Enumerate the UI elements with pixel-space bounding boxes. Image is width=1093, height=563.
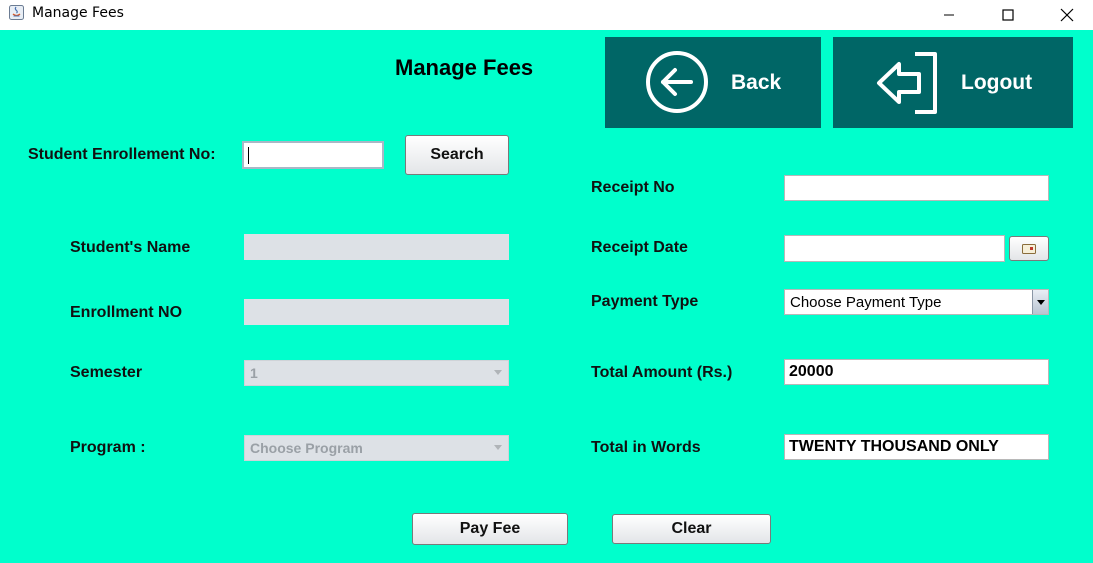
back-button-label: Back (731, 70, 782, 94)
maximize-icon (1002, 9, 1014, 21)
total-in-words-field[interactable]: TWENTY THOUSAND ONLY (784, 434, 1049, 460)
maximize-button[interactable] (985, 0, 1031, 30)
java-app-icon (9, 5, 24, 20)
window-titlebar: Manage Fees (0, 0, 1093, 30)
program-select[interactable]: Choose Program (244, 435, 509, 461)
window-title: Manage Fees (32, 5, 124, 21)
calendar-icon (1022, 243, 1036, 254)
semester-select[interactable]: 1 (244, 360, 509, 386)
total-in-words-label: Total in Words (591, 439, 701, 456)
back-arrow-icon (646, 51, 708, 113)
close-icon (1060, 8, 1074, 22)
text-caret (248, 147, 249, 164)
receipt-no-label: Receipt No (591, 179, 675, 196)
payment-type-select[interactable]: Choose Payment Type (784, 289, 1049, 315)
enrollment-no-label: Enrollment NO (70, 304, 183, 321)
student-name-label: Student's Name (70, 239, 191, 256)
chevron-down-icon (494, 445, 502, 450)
close-button[interactable] (1044, 0, 1090, 30)
clear-button[interactable]: Clear (612, 514, 771, 544)
logout-icon (877, 52, 937, 114)
chevron-down-icon (494, 370, 502, 375)
student-name-field[interactable] (244, 234, 509, 260)
search-button[interactable]: Search (405, 135, 509, 175)
receipt-date-label: Receipt Date (591, 239, 688, 256)
total-amount-field[interactable]: 20000 (784, 359, 1049, 385)
semester-label: Semester (70, 364, 143, 381)
program-value: Choose Program (250, 440, 363, 456)
logout-button[interactable]: Logout (833, 37, 1073, 128)
payment-type-value: Choose Payment Type (790, 294, 942, 311)
date-picker-button[interactable] (1009, 236, 1049, 261)
total-amount-label: Total Amount (Rs.) (591, 364, 733, 381)
logout-button-label: Logout (961, 70, 1033, 94)
semester-value: 1 (250, 365, 258, 381)
minimize-icon (944, 14, 954, 16)
back-button[interactable]: Back (605, 37, 821, 128)
enrollment-no-field[interactable] (244, 299, 509, 325)
manage-fees-panel: Manage Fees Back Logout Student Enrollem… (0, 30, 1093, 563)
enrollment-search-input[interactable] (242, 141, 384, 169)
program-label: Program : (70, 439, 146, 456)
pay-fee-button[interactable]: Pay Fee (412, 513, 568, 545)
enrollment-search-label: Student Enrollement No: (28, 146, 216, 163)
page-title: Manage Fees (395, 55, 534, 80)
receipt-date-field[interactable] (784, 235, 1005, 262)
chevron-down-icon (1032, 290, 1048, 314)
receipt-no-field[interactable] (784, 175, 1049, 201)
payment-type-label: Payment Type (591, 293, 699, 310)
minimize-button[interactable] (926, 0, 972, 30)
